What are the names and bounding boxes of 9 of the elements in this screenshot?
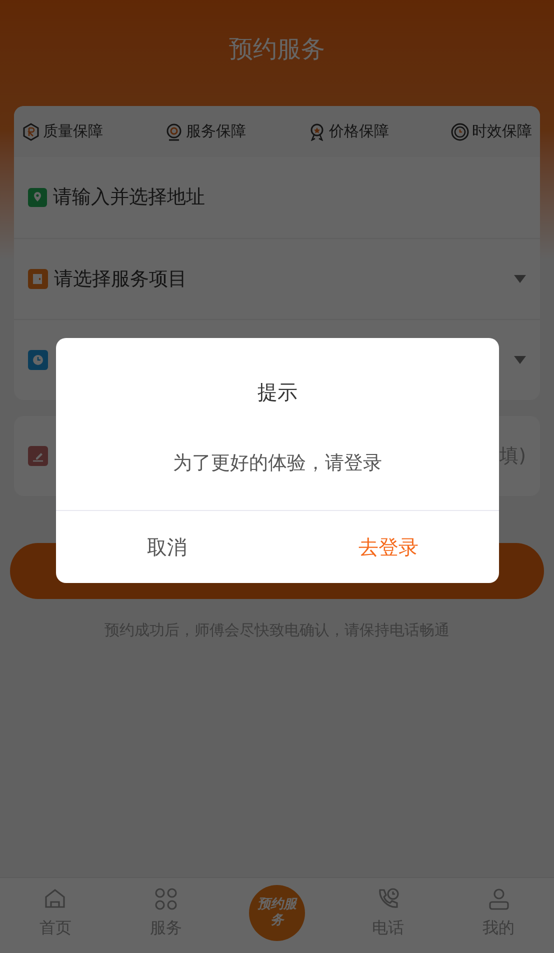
row-placeholder: 请选择服务项目 [54, 266, 187, 292]
guarantee-label: 时效保障 [472, 121, 532, 142]
guarantee-label: 价格保障 [329, 121, 389, 142]
guarantee-label: 服务保障 [186, 121, 246, 142]
dialog-title: 提示 [256, 379, 298, 406]
guarantee-label: 质量保障 [43, 121, 103, 142]
row-placeholder: 请输入并选择地址 [53, 185, 205, 210]
dialog-message: 为了更好的体验，请登录 [172, 451, 383, 476]
page-title: 预约服务 [229, 34, 325, 65]
